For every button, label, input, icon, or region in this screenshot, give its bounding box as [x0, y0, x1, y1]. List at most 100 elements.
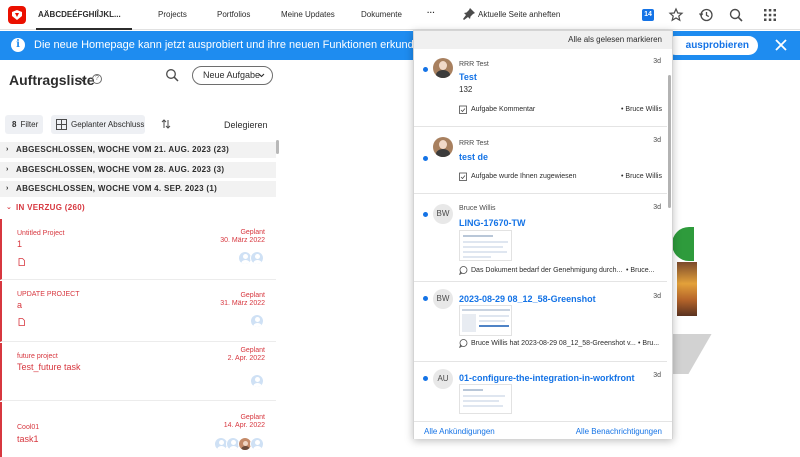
task-status: Geplant [240, 229, 265, 236]
notification-item[interactable]: RRR Test 3d Test 132 Aufgabe Kommentar •… [414, 50, 667, 127]
sort-icon[interactable] [161, 118, 171, 130]
task-status: Geplant [240, 414, 265, 421]
task-row[interactable]: future project Test_future task Geplant … [0, 343, 276, 401]
notification-action: Aufgabe wurde Ihnen zugewiesen [459, 172, 619, 182]
notification-title[interactable]: 2023-08-29 08_12_58-Greenshot [459, 294, 596, 304]
try-it-button[interactable]: ausprobieren [666, 36, 758, 55]
notification-title[interactable]: Test [459, 72, 477, 82]
search-icon[interactable] [728, 7, 744, 23]
avatar [250, 374, 264, 388]
notifications-scrollbar[interactable] [668, 75, 671, 208]
unread-dot [423, 212, 428, 217]
notification-time: 3d [653, 372, 661, 379]
notification-title[interactable]: 01-configure-the-integration-in-workfron… [459, 373, 635, 383]
nav-item-my-updates[interactable]: Meine Updates [281, 10, 335, 19]
new-task-button[interactable]: Neue Aufgabe [192, 66, 273, 85]
all-announcements-link[interactable]: Alle Ankündigungen [424, 427, 495, 436]
notification-user: • Bruce... [626, 267, 655, 274]
notification-item[interactable]: RRR Test 3d test de Aufgabe wurde Ihnen … [414, 128, 667, 194]
nav-item-portfolios[interactable]: Portfolios [217, 10, 250, 19]
mark-all-read-link[interactable]: Alle als gelesen markieren [568, 35, 662, 44]
notifications-badge[interactable]: 14 [642, 9, 654, 21]
group-label: ABGESCHLOSSEN, WOCHE VOM 21. AUG. 2023 (… [16, 145, 230, 154]
document-icon [18, 258, 25, 266]
star-icon[interactable] [668, 7, 684, 23]
help-icon[interactable]: ? [92, 74, 102, 84]
avatar-initials: AU [433, 369, 453, 389]
workfront-logo[interactable] [8, 6, 26, 24]
search-icon[interactable] [165, 68, 179, 82]
task-row[interactable]: UPDATE PROJECT a Geplant 31. März 2022 [0, 281, 276, 342]
group-label: IN VERZUG (260) [16, 203, 85, 212]
notification-title[interactable]: LING-17670-TW [459, 218, 526, 228]
notification-time: 3d [653, 58, 661, 65]
nav-more-button[interactable]: ··· [427, 8, 435, 17]
worklist-panel: Auftragsliste ? Neue Aufgabe 8 Filter Gep… [0, 60, 281, 457]
chevron-down-icon[interactable] [79, 77, 87, 82]
avatar [250, 314, 264, 328]
filter-button[interactable]: 8 Filter [5, 115, 43, 134]
task-project[interactable]: Cool01 [17, 424, 39, 431]
chevron-right-icon: › [6, 185, 9, 192]
task-name[interactable]: 1 [17, 239, 22, 249]
notification-item[interactable]: AU 3d 01-configure-the-integration-in-wo… [414, 363, 667, 421]
active-tab-indicator [36, 28, 132, 30]
task-icon [459, 105, 467, 114]
task-project[interactable]: future project [17, 353, 58, 360]
filter-label: Filter [20, 120, 39, 129]
chevron-down-icon [258, 73, 265, 78]
group-overdue[interactable]: ⌄ IN VERZUG (260) [0, 200, 276, 216]
task-date: 30. März 2022 [220, 237, 265, 244]
comment-icon [459, 339, 468, 348]
group-completed-sep-4[interactable]: › ABGESCHLOSSEN, WOCHE VOM 4. SEP. 2023 (… [0, 181, 276, 197]
notification-item[interactable]: BW 3d 2023-08-29 08_12_58-Greenshot Bruc… [414, 283, 667, 362]
pin-page-label: Aktuelle Seite anheften [478, 9, 561, 19]
group-label: ABGESCHLOSSEN, WOCHE VOM 4. SEP. 2023 (1… [16, 184, 218, 193]
group-label: ABGESCHLOSSEN, WOCHE VOM 28. AUG. 2023 (… [16, 165, 225, 174]
group-grid-icon [56, 119, 67, 130]
planned-completion-label: Geplanter Abschluss [71, 120, 145, 129]
avatar [250, 437, 264, 451]
task-project[interactable]: Untitled Project [17, 230, 64, 237]
notification-user: • Bruce Willis [621, 173, 662, 180]
task-row[interactable]: Untitled Project 1 Geplant 30. März 2022 [0, 219, 276, 280]
notification-action: Das Dokument bedarf der Genehmigung durc… [459, 266, 624, 276]
delegate-button[interactable]: Delegieren [224, 120, 268, 130]
nav-item-documents[interactable]: Dokumente [361, 10, 402, 19]
document-thumbnail[interactable] [459, 305, 512, 336]
task-row[interactable]: Cool01 task1 Geplant 14. Apr. 2022 [0, 402, 276, 457]
document-thumbnail[interactable] [459, 230, 512, 261]
notifications-panel: Alle als gelesen markieren RRR Test 3d T… [413, 30, 673, 439]
group-completed-aug-28[interactable]: › ABGESCHLOSSEN, WOCHE VOM 28. AUG. 2023 … [0, 162, 276, 178]
all-notifications-link[interactable]: Alle Benachrichtigungen [576, 427, 662, 436]
nav-item-projects[interactable]: Projects [158, 10, 187, 19]
notification-time: 3d [653, 204, 661, 211]
top-navigation: AÄBCDEÉFGHIÎJKL... Projects Portfolios M… [0, 0, 800, 30]
info-icon: i [11, 38, 25, 52]
task-name[interactable]: task1 [17, 434, 39, 444]
group-completed-aug-21[interactable]: › ABGESCHLOSSEN, WOCHE VOM 21. AUG. 2023 … [0, 142, 276, 158]
notification-author: RRR Test [459, 140, 489, 147]
avatar-photo [433, 58, 453, 78]
unread-dot [423, 156, 428, 161]
notification-title[interactable]: test de [459, 152, 488, 162]
worklist-scrollbar[interactable] [276, 140, 279, 154]
task-name[interactable]: Test_future task [17, 362, 81, 372]
close-icon[interactable] [774, 38, 788, 52]
planned-completion-button[interactable]: Geplanter Abschluss [51, 115, 145, 134]
pin-page-button[interactable]: Aktuelle Seite anheften [462, 7, 560, 21]
new-task-label: Neue Aufgabe [203, 70, 261, 80]
task-project[interactable]: UPDATE PROJECT [17, 291, 80, 298]
notification-author: Bruce Willis [459, 205, 496, 212]
task-name[interactable]: a [17, 300, 22, 310]
apps-grid-icon[interactable] [762, 7, 778, 23]
nav-item-workspace[interactable]: AÄBCDEÉFGHIÎJKL... [38, 10, 121, 19]
notification-item[interactable]: BW Bruce Willis 3d LING-17670-TW Das Dok… [414, 195, 667, 282]
filter-count: 8 [12, 120, 17, 129]
history-icon[interactable] [698, 7, 714, 23]
unread-dot [423, 376, 428, 381]
task-date: 14. Apr. 2022 [223, 422, 265, 429]
notification-action-text: Bruce Willis hat 2023-08-29 08_12_58-Gre… [471, 340, 636, 347]
document-thumbnail[interactable] [459, 384, 512, 414]
notification-time: 3d [653, 293, 661, 300]
